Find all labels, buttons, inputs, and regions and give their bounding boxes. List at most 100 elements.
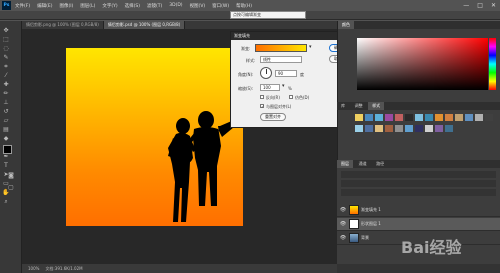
tab-layers[interactable]: 图层	[337, 160, 353, 168]
close-window-button[interactable]: ✕	[491, 2, 496, 9]
style-swatch[interactable]	[485, 114, 493, 121]
quick-mask-icon[interactable]: ◙	[7, 172, 15, 179]
hue-slider[interactable]	[489, 38, 496, 90]
reset-align-button[interactable]: 重置对齐	[260, 113, 286, 121]
style-swatch[interactable]	[385, 114, 393, 121]
style-swatch[interactable]	[395, 125, 403, 132]
angle-dial[interactable]	[260, 67, 272, 79]
style-swatch[interactable]	[435, 114, 443, 121]
style-swatch[interactable]	[375, 125, 383, 132]
zoom-level[interactable]: 100%	[28, 266, 39, 271]
maximize-button[interactable]: □	[477, 2, 483, 9]
tab-document-1[interactable]: 情侣剪影.png @ 100% (图层 0,RGB/8)	[22, 21, 104, 29]
gradient-canvas[interactable]	[66, 48, 243, 226]
style-swatch[interactable]	[425, 125, 433, 132]
lock-bar[interactable]	[341, 189, 496, 196]
history-brush-icon[interactable]: ↺	[2, 108, 10, 115]
zoom-tool-icon[interactable]: ⌕	[2, 198, 10, 205]
layer-name: 背景	[361, 235, 369, 240]
layer-thumbnail	[349, 233, 359, 243]
tab-paths[interactable]: 路径	[372, 160, 388, 168]
menu-bar: Ps 文件(F) 编辑(E) 图像(I) 图层(L) 文字(Y) 选择(S) 滤…	[0, 0, 500, 11]
quick-select-tool-icon[interactable]: ✎	[2, 54, 10, 61]
screen-mode-icon[interactable]: ▢	[7, 184, 15, 191]
document-info: 文档:391.6K/1.02M	[45, 265, 83, 271]
style-swatch[interactable]	[405, 114, 413, 121]
dither-label: 仿色(D)	[295, 95, 310, 100]
layer-filter-bar[interactable]	[341, 171, 496, 178]
menu-3d[interactable]: 3D(D)	[169, 3, 182, 8]
type-tool-icon[interactable]: T	[2, 162, 10, 169]
eraser-tool-icon[interactable]: ▱	[2, 117, 10, 124]
document-tabs: 情侣剪影.png @ 100% (图层 0,RGB/8) 情侣剪影.psd @ …	[22, 21, 342, 29]
pen-tool-icon[interactable]: ✒	[2, 153, 10, 160]
status-bar: 100% 文档:391.6K/1.02M	[22, 264, 337, 273]
style-swatch[interactable]	[445, 125, 453, 132]
gradient-tool-icon[interactable]: ▤	[2, 126, 10, 133]
style-swatch[interactable]	[465, 114, 473, 121]
style-swatch[interactable]	[475, 114, 483, 121]
eye-icon[interactable]: 👁	[339, 235, 347, 241]
style-swatch[interactable]	[355, 114, 363, 121]
style-swatch[interactable]	[425, 114, 433, 121]
dither-checkbox[interactable]	[289, 95, 293, 99]
marquee-tool-icon[interactable]: ⬚	[2, 36, 10, 43]
menu-image[interactable]: 图像(I)	[59, 3, 73, 9]
style-swatch[interactable]	[365, 125, 373, 132]
tab-styles[interactable]: 样式	[368, 102, 385, 110]
style-swatch[interactable]	[405, 125, 413, 132]
stamp-tool-icon[interactable]: ⊥	[2, 99, 10, 106]
gradient-fill-dialog: 渐变填充 渐变: ▾ 确定 取消 样式: 线性 角度(N): 90 度 缩放(S…	[230, 31, 351, 128]
healing-tool-icon[interactable]: ✚	[2, 81, 10, 88]
color-field[interactable]	[357, 38, 488, 90]
chevron-down-icon[interactable]: ▾	[309, 44, 312, 50]
menu-filter[interactable]: 滤镜(T)	[147, 3, 162, 9]
menu-view[interactable]: 视图(V)	[190, 3, 206, 9]
eyedropper-tool-icon[interactable]: ⁄	[2, 72, 10, 79]
tab-channels[interactable]: 通道	[355, 160, 371, 168]
menu-layer[interactable]: 图层(L)	[80, 3, 95, 9]
menu-window[interactable]: 窗口(W)	[212, 3, 229, 9]
menu-help[interactable]: 帮助(H)	[236, 3, 252, 9]
blend-mode-bar[interactable]	[341, 180, 496, 187]
eye-icon[interactable]: 👁	[339, 221, 347, 227]
menu-select[interactable]: 选择(S)	[125, 3, 140, 9]
tab-color[interactable]: 颜色	[338, 21, 354, 29]
move-tool-icon[interactable]: ✥	[2, 27, 10, 34]
layer-row[interactable]: 👁 渐变填充 1	[337, 204, 500, 217]
scale-label: 缩放(S):	[238, 86, 254, 91]
style-swatch[interactable]	[365, 114, 373, 121]
align-layer-checkbox[interactable]: ✓	[260, 104, 264, 109]
scale-input[interactable]: 100	[260, 84, 280, 91]
style-swatch[interactable]	[375, 114, 383, 121]
style-swatch[interactable]	[445, 114, 453, 121]
style-swatch[interactable]	[395, 114, 403, 121]
style-swatch[interactable]	[415, 125, 423, 132]
reverse-checkbox[interactable]	[260, 95, 264, 99]
crop-tool-icon[interactable]: ⌗	[2, 63, 10, 70]
tab-libraries[interactable]: 库	[337, 102, 349, 110]
blur-tool-icon[interactable]: ◆	[2, 135, 10, 142]
tab-document-2[interactable]: 情侣剪影.psd @ 100% (图层 0,RGB/8)	[103, 21, 186, 29]
brush-tool-icon[interactable]: ✏	[2, 90, 10, 97]
menu-type[interactable]: 文字(Y)	[102, 3, 117, 9]
style-swatch[interactable]	[415, 114, 423, 121]
style-swatch[interactable]	[355, 125, 363, 132]
menu-file[interactable]: 文件(F)	[15, 3, 30, 9]
angle-input[interactable]: 90	[275, 70, 297, 77]
style-select[interactable]: 线性	[260, 56, 302, 63]
scale-chevron-icon[interactable]: ▾	[282, 83, 285, 89]
gradient-tooltip: 点按可编辑渐变	[230, 11, 306, 19]
dialog-title: 渐变填充	[231, 32, 350, 40]
gradient-preview[interactable]	[255, 44, 307, 52]
eye-icon[interactable]: 👁	[339, 207, 347, 213]
minimize-button[interactable]: —	[463, 2, 469, 9]
tab-adjustments[interactable]: 调整	[351, 102, 367, 110]
style-swatch[interactable]	[385, 125, 393, 132]
foreground-color-swatch[interactable]	[3, 145, 12, 154]
layer-name: 形状图层 1	[361, 221, 381, 226]
style-swatch[interactable]	[435, 125, 443, 132]
style-swatch[interactable]	[455, 114, 463, 121]
lasso-tool-icon[interactable]: ◌	[2, 45, 10, 52]
menu-edit[interactable]: 编辑(E)	[37, 3, 52, 9]
